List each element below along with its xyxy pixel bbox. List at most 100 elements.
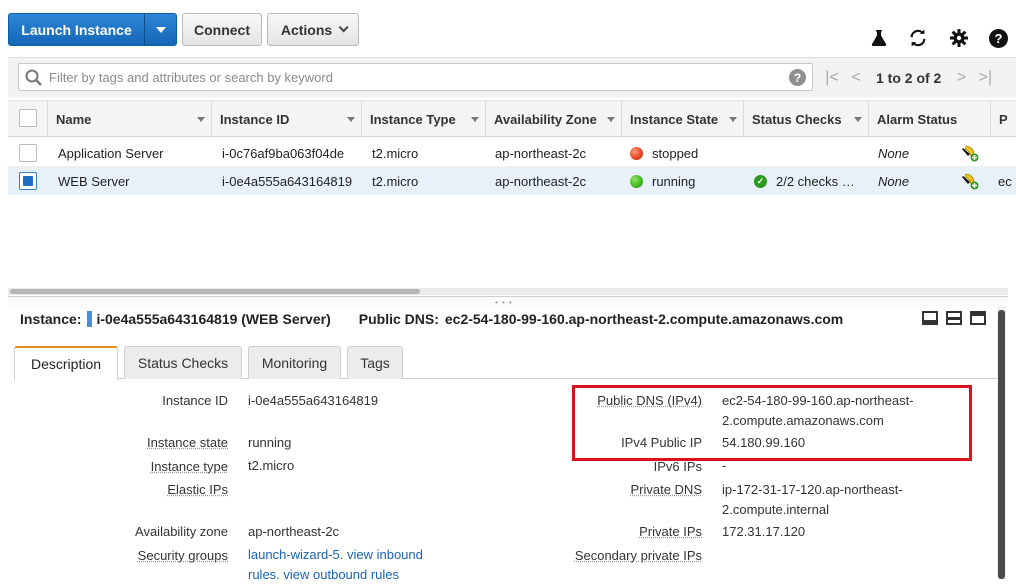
elastic-ips-label: Elastic IPs	[40, 482, 228, 497]
grip-icon: • • •	[495, 298, 513, 307]
select-all-cell	[8, 101, 48, 137]
search-icon	[25, 69, 42, 86]
column-label: P	[999, 112, 1008, 127]
search-help-icon[interactable]: ?	[789, 69, 806, 86]
column-instance-type[interactable]: Instance Type	[362, 101, 486, 137]
state-text: stopped	[652, 146, 698, 161]
highlight-box	[572, 385, 972, 461]
row-checkbox[interactable]	[19, 172, 37, 190]
column-label: Name	[56, 112, 91, 127]
stopped-status-icon	[630, 147, 643, 160]
status-checks-text: 2/2 checks …	[776, 174, 855, 189]
select-all-checkbox[interactable]	[19, 109, 37, 127]
vertical-scrollbar[interactable]	[997, 306, 1006, 579]
table-row[interactable]: Application Server i-0c76af9ba063f04de t…	[8, 139, 1016, 167]
instance-label: Instance:	[20, 311, 81, 327]
svg-text:?: ?	[994, 31, 1002, 46]
private-dns-line2: 2.compute.internal	[722, 502, 829, 517]
cell-instance-type: t2.micro	[372, 167, 487, 195]
detail-header: Instance: i-0e4a555a643164819 (WEB Serve…	[20, 308, 843, 330]
column-label: Availability Zone	[494, 112, 597, 127]
instance-state-label: Instance state	[40, 435, 228, 450]
add-alarm-icon[interactable]	[961, 144, 979, 162]
scrollbar-thumb[interactable]	[998, 310, 1005, 579]
availability-zone-label: Availability zone	[40, 524, 228, 539]
availability-zone-value: ap-northeast-2c	[248, 522, 339, 542]
table-row[interactable]: WEB Server i-0e4a555a643164819 t2.micro …	[8, 167, 1016, 195]
cell-alarm-status: None	[878, 167, 938, 195]
cell-name: WEB Server	[58, 167, 213, 195]
column-instance-state[interactable]: Instance State	[622, 101, 744, 137]
tab-monitoring[interactable]: Monitoring	[248, 346, 341, 379]
sort-icon	[347, 117, 355, 122]
cell-instance-id: i-0c76af9ba063f04de	[222, 139, 367, 167]
restore-pane-icon[interactable]	[946, 311, 962, 325]
column-public-dns[interactable]: P	[991, 101, 1016, 137]
maximize-pane-icon[interactable]	[970, 311, 986, 325]
prev-page-icon[interactable]: <	[844, 69, 868, 87]
column-label: Instance State	[630, 112, 718, 127]
instance-type-value: t2.micro	[248, 456, 294, 476]
instance-marker	[87, 311, 92, 327]
private-dns-line1: ip-172-31-17-120.ap-northeast-	[722, 482, 903, 497]
sort-icon	[854, 117, 862, 122]
pane-splitter[interactable]: • • •	[8, 296, 1008, 306]
view-outbound-rules-link[interactable]: rules. view outbound rules	[248, 567, 399, 582]
chevron-down-icon	[339, 22, 349, 32]
column-availability-zone[interactable]: Availability Zone	[486, 101, 622, 137]
sort-icon	[729, 117, 737, 122]
public-dns-label: Public DNS:	[359, 311, 439, 327]
first-page-icon[interactable]: |<	[820, 69, 844, 87]
column-instance-id[interactable]: Instance ID	[212, 101, 362, 137]
table-header: Name Instance ID Instance Type Availabil…	[8, 100, 1016, 137]
cell-alarm-status: None	[878, 139, 938, 167]
scrollbar-thumb[interactable]	[10, 289, 420, 294]
launch-instance-button[interactable]: Launch Instance	[8, 13, 177, 46]
instance-value: i-0e4a555a643164819 (WEB Server)	[96, 311, 330, 327]
ipv6-ips-label: IPv6 IPs	[560, 459, 702, 474]
horizontal-scrollbar[interactable]	[8, 288, 1008, 295]
running-status-icon	[630, 175, 643, 188]
actions-label: Actions	[281, 22, 332, 38]
cell-public-dns: ec	[998, 167, 1016, 195]
state-text: running	[652, 174, 695, 189]
instances-table: Name Instance ID Instance Type Availabil…	[8, 100, 1016, 285]
security-groups-link[interactable]: launch-wizard-5. view inbound	[248, 547, 423, 562]
column-label: Status Checks	[752, 112, 842, 127]
cell-instance-id: i-0e4a555a643164819	[222, 167, 367, 195]
actions-button[interactable]: Actions	[267, 13, 359, 46]
tab-tags[interactable]: Tags	[347, 346, 403, 379]
sort-icon	[197, 117, 205, 122]
cell-status-checks: ✓ 2/2 checks …	[754, 167, 866, 195]
column-status-checks[interactable]: Status Checks	[744, 101, 869, 137]
search-input[interactable]	[47, 64, 777, 90]
refresh-icon[interactable]	[908, 28, 928, 48]
security-groups-value: launch-wizard-5. view inbound rules. vie…	[248, 545, 423, 585]
pane-size-controls	[922, 311, 986, 325]
pagination: |< < 1 to 2 of 2 > >|	[820, 66, 997, 90]
gear-icon[interactable]	[949, 28, 969, 48]
chevron-down-icon	[156, 27, 166, 33]
launch-instance-label[interactable]: Launch Instance	[9, 14, 144, 45]
security-groups-label: Security groups	[40, 548, 228, 563]
minimize-pane-icon[interactable]	[922, 311, 938, 325]
tab-status-checks[interactable]: Status Checks	[124, 346, 242, 379]
column-name[interactable]: Name	[48, 101, 212, 137]
row-checkbox[interactable]	[19, 144, 37, 162]
column-alarm-status[interactable]: Alarm Status	[869, 101, 991, 137]
private-dns-label: Private DNS	[560, 482, 702, 497]
add-alarm-icon[interactable]	[961, 172, 979, 190]
help-icon[interactable]: ?	[988, 28, 1008, 48]
flask-icon[interactable]	[869, 28, 889, 48]
filter-bar: ? |< < 1 to 2 of 2 > >|	[8, 57, 1016, 97]
last-page-icon[interactable]: >|	[973, 69, 997, 87]
search-box: ?	[18, 63, 813, 91]
toolbar: Launch Instance Connect Actions ?	[0, 0, 1016, 58]
connect-button[interactable]: Connect	[182, 13, 262, 46]
launch-dropdown-toggle[interactable]	[144, 14, 176, 45]
next-page-icon[interactable]: >	[949, 69, 973, 87]
instance-type-label: Instance type	[40, 459, 228, 474]
cell-instance-state: running	[630, 167, 745, 195]
cell-instance-state: stopped	[630, 139, 745, 167]
tab-description[interactable]: Description	[14, 346, 118, 380]
